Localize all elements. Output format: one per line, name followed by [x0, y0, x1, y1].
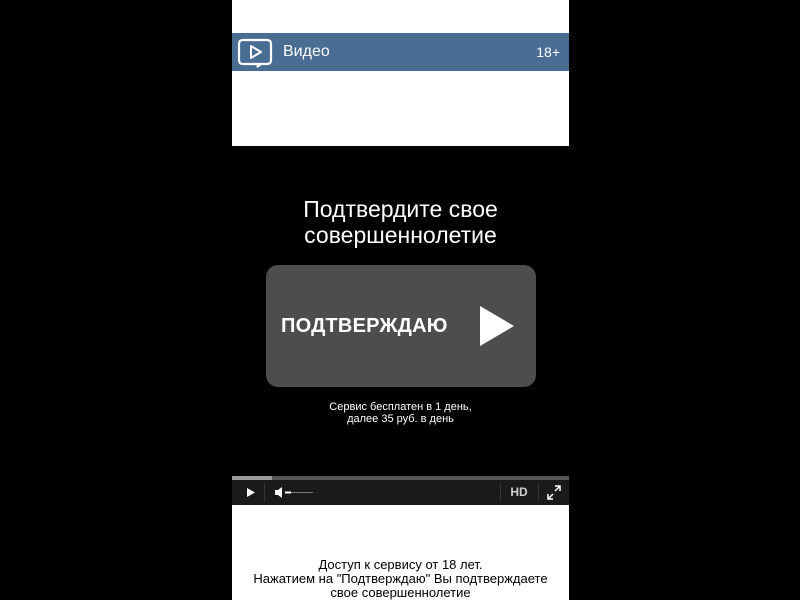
- video-player[interactable]: Подтвердите свое совершеннолетие ПОДТВЕР…: [232, 146, 569, 505]
- control-divider: [264, 483, 265, 502]
- app-header: Видео 18+: [232, 33, 569, 71]
- confirm-age-button-label: ПОДТВЕРЖДАЮ: [281, 315, 448, 337]
- pricing-line2: далее 35 руб. в день: [347, 413, 454, 425]
- volume-icon[interactable]: [272, 480, 316, 505]
- hd-quality-button[interactable]: HD: [503, 480, 535, 505]
- age-rating-badge: 18+: [536, 44, 560, 60]
- legal-notice: Доступ к сервису от 18 лет. Нажатием на …: [232, 558, 569, 600]
- control-divider: [500, 483, 501, 502]
- play-icon[interactable]: [242, 480, 260, 505]
- legal-notice-line2: Нажатием на "Подтверждаю" Вы подтверждае…: [253, 571, 548, 586]
- video-play-icon[interactable]: [237, 36, 273, 68]
- age-confirm-title-line1: Подтвердите свое: [303, 196, 498, 222]
- age-confirm-title-line2: совершеннолетие: [304, 222, 497, 248]
- legal-notice-line1: Доступ к сервису от 18 лет.: [318, 557, 483, 572]
- header-title: Видео: [283, 43, 330, 60]
- player-controls: HD: [232, 480, 569, 505]
- pricing-line1: Сервис бесплатен в 1 день,: [329, 401, 472, 413]
- fullscreen-icon[interactable]: [545, 480, 563, 505]
- control-divider: [538, 483, 539, 502]
- play-triangle-icon: [480, 306, 514, 346]
- confirm-age-button[interactable]: ПОДТВЕРЖДАЮ: [266, 265, 536, 387]
- age-confirm-title: Подтвердите свое совершеннолетие: [232, 196, 569, 248]
- pricing-info: Сервис бесплатен в 1 день, далее 35 руб.…: [232, 401, 569, 425]
- page-frame: Видео 18+ Подтвердите свое совершеннолет…: [232, 0, 569, 600]
- legal-notice-line3: свое совершеннолетие: [330, 585, 471, 600]
